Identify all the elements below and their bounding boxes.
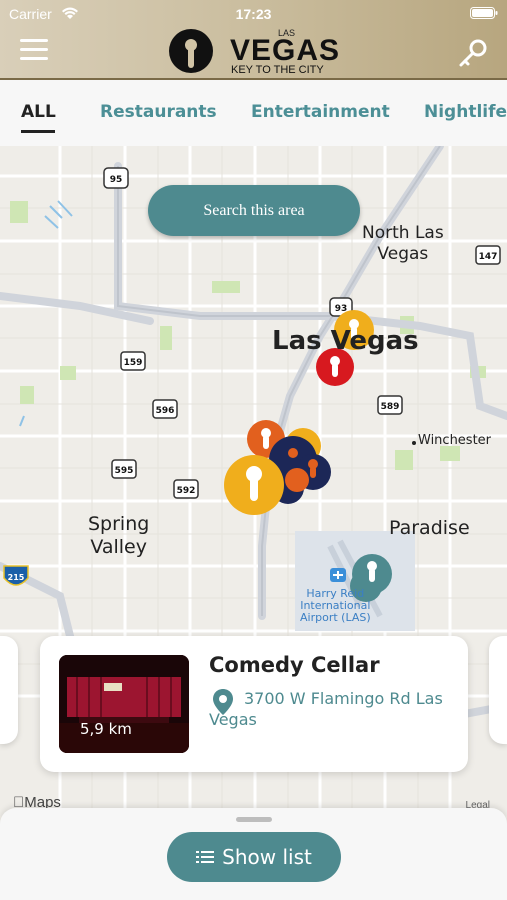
route-shield-147: 147 <box>475 245 501 265</box>
tab-restaurants[interactable]: Restaurants <box>100 102 217 122</box>
map-pin-orange-2[interactable] <box>285 468 309 492</box>
menu-icon[interactable] <box>20 39 48 63</box>
app-header: Carrier 17:23 LAS VEGAS KEY TO THE CITY <box>0 0 507 80</box>
venue-thumbnail: 5,9 km <box>59 655 189 753</box>
venue-card[interactable]: 5,9 km Comedy Cellar 3700 W Flamingo Rd … <box>40 636 468 772</box>
tab-all[interactable]: ALL <box>21 102 56 122</box>
bottom-sheet: Show list <box>0 808 507 900</box>
next-card-peek[interactable] <box>489 636 507 744</box>
venue-distance: 5,9 km <box>80 720 132 738</box>
show-list-button[interactable]: Show list <box>167 832 341 882</box>
route-shield-596: 596 <box>152 399 178 419</box>
venue-address[interactable]: 3700 W Flamingo Rd Las Vegas <box>209 688 449 730</box>
status-time: 17:23 <box>235 6 272 22</box>
svg-text:147: 147 <box>479 252 498 262</box>
battery-icon <box>470 7 498 19</box>
route-shield-589: 589 <box>377 395 403 415</box>
svg-text:589: 589 <box>381 402 400 412</box>
show-list-label: Show list <box>222 845 312 869</box>
logo-keyhole-icon <box>169 29 213 73</box>
venue-title: Comedy Cellar <box>209 653 380 677</box>
logo-tagline: KEY TO THE CITY <box>231 64 324 76</box>
key-icon[interactable] <box>458 38 488 68</box>
svg-text:596: 596 <box>156 406 175 416</box>
stage-image <box>59 655 189 753</box>
svg-text:159: 159 <box>124 358 143 368</box>
previous-card-peek[interactable] <box>0 636 18 744</box>
app-logo: LAS VEGAS KEY TO THE CITY <box>168 28 343 76</box>
route-shield-159: 159 <box>120 351 146 371</box>
svg-text:595: 595 <box>115 466 134 476</box>
route-shield-95: 95 <box>103 167 129 189</box>
status-bar: Carrier 17:23 <box>0 0 507 26</box>
logo-main-text: VEGAS <box>230 34 341 67</box>
map-pin-yellow-large[interactable] <box>224 455 284 515</box>
search-this-area-button[interactable]: Search this area <box>148 185 360 236</box>
tab-entertainment[interactable]: Entertainment <box>251 102 390 122</box>
list-icon <box>196 851 215 863</box>
svg-text:95: 95 <box>110 175 123 185</box>
map-label-paradise: Paradise <box>389 517 470 539</box>
tab-nightlife[interactable]: Nightlife <box>424 102 507 122</box>
route-shield-595: 595 <box>111 459 137 479</box>
sheet-grabber[interactable] <box>236 817 272 822</box>
tab-active-indicator <box>21 130 55 133</box>
category-tabs: ALL Restaurants Entertainment Nightlife <box>0 80 507 146</box>
map-label-north-las-vegas: North Las Vegas <box>362 223 444 264</box>
route-shield-215: 215 <box>3 565 29 586</box>
map-label-las-vegas: Las Vegas <box>272 326 419 356</box>
route-shield-592: 592 <box>173 479 199 499</box>
map-label-airport: Harry Reid International Airport (LAS) <box>300 587 371 624</box>
svg-text:592: 592 <box>177 486 196 496</box>
map-label-spring-valley: Spring Valley <box>88 513 150 558</box>
map-label-winchester: Winchester <box>418 433 492 448</box>
svg-text:215: 215 <box>8 573 25 582</box>
